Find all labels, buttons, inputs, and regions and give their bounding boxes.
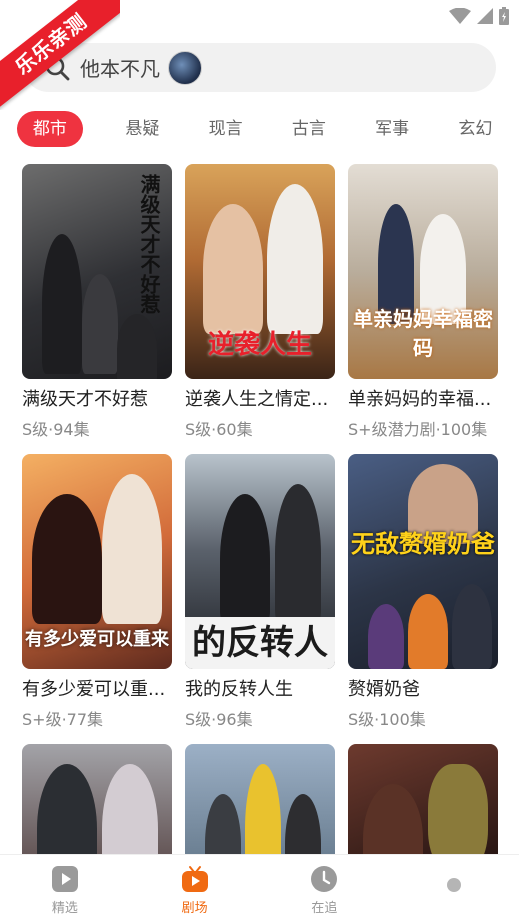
nav-label: 在追	[311, 901, 338, 916]
poster-art-text: 有多少爱可以重来	[25, 629, 169, 650]
drama-poster[interactable]: 满级天才不好惹	[22, 164, 172, 379]
tab-dushi[interactable]: 都市	[17, 111, 83, 147]
signal-icon	[477, 8, 493, 24]
drama-meta: S级·60集	[185, 420, 253, 439]
poster-art-text: 的反转人	[185, 617, 335, 669]
drama-poster[interactable]: 的反转人	[185, 454, 335, 669]
drama-poster[interactable]: 单亲妈妈幸福密码	[348, 164, 498, 379]
nav-label: 剧场	[181, 901, 208, 916]
bottom-nav: 精选 剧场 在追	[0, 854, 519, 924]
tab-xianyan[interactable]: 现言	[184, 111, 267, 147]
nav-label: 精选	[51, 901, 78, 916]
profile-icon	[447, 877, 462, 892]
drama-title: 满级天才不好惹	[22, 389, 148, 410]
drama-meta: S+级潜力剧·100集	[348, 420, 488, 439]
tv-icon	[181, 866, 208, 892]
poster-art-text: 无敌赘婿奶爸	[351, 530, 495, 558]
drama-title: 有多少爱可以重...	[22, 679, 166, 700]
drama-card[interactable]: 无敌赘婿奶爸 赘婿奶爸 S级·100集	[348, 454, 498, 731]
drama-card[interactable]: 的反转人 我的反转人生 S级·96集	[185, 454, 335, 731]
drama-title: 我的反转人生	[185, 679, 293, 700]
poster-art-text: 单亲妈妈幸福密码	[353, 307, 493, 360]
clock-icon	[311, 866, 338, 892]
drama-card[interactable]: 有多少爱可以重来 有多少爱可以重... S+级·77集	[22, 454, 172, 731]
drama-card[interactable]: 满级天才不好惹 满级天才不好惹 S级·94集	[22, 164, 172, 441]
battery-icon	[499, 7, 509, 25]
drama-poster[interactable]: 无敌赘婿奶爸	[348, 454, 498, 669]
tab-guyan[interactable]: 古言	[267, 111, 350, 147]
drama-meta: S级·96集	[185, 710, 253, 729]
wifi-icon	[449, 8, 471, 24]
drama-title: 赘婿奶爸	[348, 679, 420, 700]
drama-poster[interactable]: 有多少爱可以重来	[22, 454, 172, 669]
drama-title: 逆袭人生之情定...	[185, 389, 329, 410]
watermark-text: 乐乐亲测	[0, 0, 120, 110]
nav-profile[interactable]	[389, 855, 519, 924]
nav-jingxuan[interactable]: 精选	[0, 855, 130, 924]
nav-juchang[interactable]: 剧场	[130, 855, 260, 924]
watermark-ribbon: 乐乐亲测	[0, 0, 120, 110]
drama-title: 单亲妈妈的幸福...	[348, 389, 492, 410]
poster-art-text: 逆袭人生	[207, 330, 312, 360]
drama-meta: S级·100集	[348, 710, 426, 729]
drama-meta: S+级·77集	[22, 710, 104, 729]
drama-poster[interactable]: 逆袭人生	[185, 164, 335, 379]
tab-xuanyi[interactable]: 悬疑	[101, 111, 184, 147]
tab-junshi[interactable]: 军事	[351, 111, 434, 147]
drama-card[interactable]: 逆袭人生 逆袭人生之情定... S级·60集	[185, 164, 335, 441]
tab-xuanhuan[interactable]: 玄幻	[434, 111, 517, 147]
drama-card[interactable]: 单亲妈妈幸福密码 单亲妈妈的幸福... S+级潜力剧·100集	[348, 164, 498, 441]
poster-art-text: 满级天才不好惹	[137, 174, 161, 314]
category-tabs: 都市 悬疑 现言 古言 军事 玄幻	[17, 111, 517, 147]
play-icon	[51, 866, 78, 892]
drama-meta: S级·94集	[22, 420, 90, 439]
nav-zaizhui[interactable]: 在追	[260, 855, 390, 924]
search-thumbnail	[168, 50, 202, 85]
